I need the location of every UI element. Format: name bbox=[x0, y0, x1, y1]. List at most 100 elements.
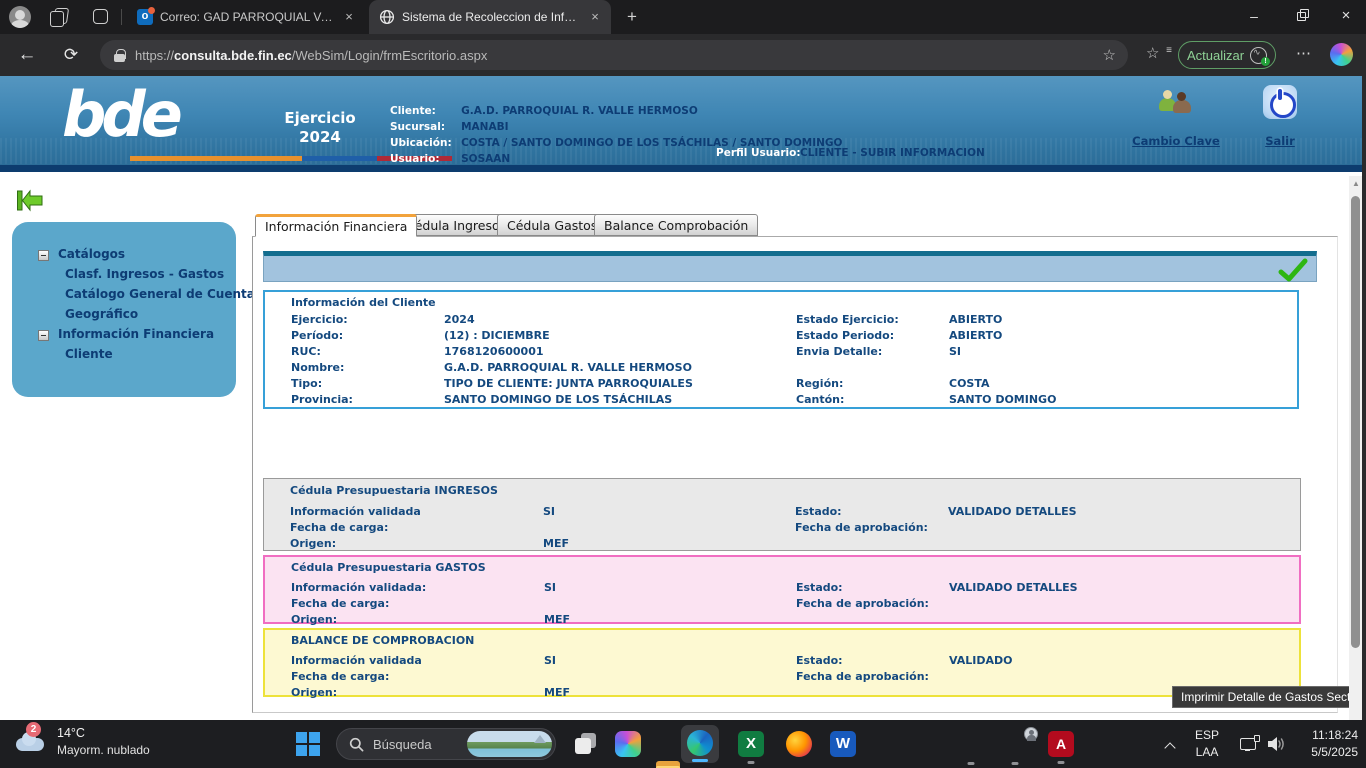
actualizar-button[interactable]: Actualizar bbox=[1178, 41, 1276, 69]
copilot-taskbar-icon[interactable] bbox=[615, 731, 641, 757]
task-view-icon[interactable] bbox=[573, 731, 599, 757]
tray-clock[interactable]: 11:18:24 5/5/2025 bbox=[1292, 727, 1358, 761]
excel-icon[interactable] bbox=[738, 731, 764, 757]
label: Estado: bbox=[795, 505, 842, 518]
value: 2024 bbox=[444, 313, 475, 326]
section-title: Cédula Presupuestaria INGRESOS bbox=[290, 484, 498, 497]
label: Provincia: bbox=[291, 393, 353, 406]
scrollbar-up-arrow-icon[interactable] bbox=[1352, 180, 1360, 188]
salir-link[interactable]: Salir bbox=[1244, 134, 1316, 148]
browser-tab-sistema[interactable]: Sistema de Recoleccion de Inform bbox=[369, 0, 611, 34]
value: SANTO DOMINGO bbox=[949, 393, 1056, 406]
sidebar-item-clasf-ingresos-gastos[interactable]: Clasf. Ingresos - Gastos bbox=[65, 267, 224, 281]
value: ABIERTO bbox=[949, 313, 1002, 326]
browser-profile-avatar[interactable] bbox=[9, 6, 31, 28]
refresh-button[interactable] bbox=[58, 42, 84, 68]
field-value: SOSAAN bbox=[461, 153, 510, 165]
label: Región: bbox=[796, 377, 843, 390]
acrobat-icon[interactable] bbox=[1048, 731, 1074, 757]
window-minimize-button[interactable] bbox=[1232, 0, 1276, 34]
titlebar-divider bbox=[121, 9, 122, 25]
label: Estado Ejercicio: bbox=[796, 313, 899, 326]
window-close-button[interactable] bbox=[1324, 0, 1366, 34]
start-button[interactable] bbox=[296, 732, 320, 756]
action-toolbar bbox=[263, 251, 1317, 282]
browser-tab-correo[interactable]: Correo: GAD PARROQUIAL VALLE bbox=[127, 0, 365, 34]
edge-active-slot[interactable] bbox=[681, 725, 719, 763]
sidebar-item-geografico[interactable]: Geográfico bbox=[65, 307, 138, 321]
word-icon[interactable] bbox=[830, 731, 856, 757]
section-cedula-ingresos: Cédula Presupuestaria INGRESOS Informaci… bbox=[263, 478, 1301, 551]
tab-actions-icon[interactable] bbox=[93, 9, 108, 24]
tab-close-icon[interactable] bbox=[587, 9, 603, 25]
address-bar[interactable]: https://consulta.bde.fin.ec/WebSim/Login… bbox=[100, 40, 1128, 70]
logout-power-icon[interactable] bbox=[1263, 85, 1297, 119]
label: Información validada bbox=[290, 505, 421, 518]
label: Información validada: bbox=[291, 581, 426, 594]
validated-check-icon[interactable] bbox=[1278, 257, 1308, 283]
running-indicator bbox=[748, 761, 755, 764]
taskbar-search-box[interactable]: Búsqueda bbox=[336, 728, 556, 760]
label: Estado: bbox=[796, 654, 843, 667]
new-tab-button[interactable] bbox=[622, 7, 642, 27]
main-panel: Información del Cliente Ejercicio: 2024 … bbox=[252, 236, 1338, 713]
tray-overflow-chevron-icon[interactable] bbox=[1166, 742, 1176, 752]
favorite-star-icon[interactable] bbox=[1103, 46, 1116, 64]
section-title: BALANCE DE COMPROBACION bbox=[291, 634, 474, 647]
window-restore-button[interactable] bbox=[1280, 0, 1324, 34]
client-info-box: Información del Cliente Ejercicio: 2024 … bbox=[263, 290, 1299, 409]
value: 1768120600001 bbox=[444, 345, 544, 358]
cambio-clave-link[interactable]: Cambio Clave bbox=[1120, 134, 1232, 148]
value: COSTA bbox=[949, 377, 990, 390]
tree-collapse-icon[interactable] bbox=[38, 330, 49, 341]
change-password-icon[interactable] bbox=[1158, 88, 1194, 116]
browser-titlebar: Correo: GAD PARROQUIAL VALLE Sistema de … bbox=[0, 0, 1366, 34]
browser-menu-icon[interactable] bbox=[1296, 44, 1312, 62]
file-explorer-icon[interactable] bbox=[655, 757, 681, 768]
back-button[interactable] bbox=[14, 42, 40, 68]
value: VALIDADO bbox=[949, 654, 1013, 667]
favorites-bar-icon[interactable] bbox=[1146, 44, 1168, 66]
section-cedula-gastos: Cédula Presupuestaria GASTOS Información… bbox=[263, 555, 1301, 624]
running-indicator bbox=[1058, 761, 1065, 764]
tab-title: Correo: GAD PARROQUIAL VALLE bbox=[160, 10, 334, 24]
page-scrollbar-thumb[interactable] bbox=[1351, 196, 1360, 648]
copilot-icon[interactable] bbox=[1330, 43, 1353, 66]
label: Estado: bbox=[796, 581, 843, 594]
running-indicator bbox=[1012, 762, 1019, 765]
taskbar: 2 14°C Mayorm. nublado Búsqueda 4 bbox=[0, 720, 1366, 768]
search-icon bbox=[349, 737, 364, 752]
edge-icon[interactable] bbox=[687, 730, 713, 756]
tray-language-indicator[interactable]: ESP LAA bbox=[1190, 727, 1224, 761]
workspaces-icon[interactable] bbox=[50, 8, 68, 26]
tab-cedula-gastos[interactable]: Cédula Gastos bbox=[497, 214, 607, 236]
firefox-icon[interactable] bbox=[786, 731, 812, 757]
value: SI bbox=[544, 581, 556, 594]
tree-collapse-icon[interactable] bbox=[38, 250, 49, 261]
network-icon[interactable] bbox=[1240, 735, 1260, 753]
sidebar-item-catalogo-general[interactable]: Catálogo General de Cuentas bbox=[65, 287, 262, 301]
bde-app-header: bde Ejercicio 2024 Cliente: G.A.D. PARRO… bbox=[0, 76, 1362, 172]
tab-balance-comprobacion[interactable]: Balance Comprobación bbox=[594, 214, 758, 236]
client-info-title: Información del Cliente bbox=[291, 296, 436, 309]
value: MEF bbox=[544, 686, 570, 699]
sidebar-item-cliente[interactable]: Cliente bbox=[65, 347, 113, 361]
label: Fecha de aprobación: bbox=[796, 597, 929, 610]
collapse-menu-arrow-icon[interactable] bbox=[16, 189, 43, 212]
field-label: Usuario: bbox=[390, 153, 456, 165]
tab-informacion-financiera[interactable]: Información Financiera bbox=[255, 214, 417, 237]
running-indicator bbox=[968, 762, 975, 765]
value: VALIDADO DETALLES bbox=[949, 581, 1078, 594]
bde-logo: bde bbox=[62, 78, 178, 151]
edge-running-indicator bbox=[692, 759, 708, 762]
weather-temperature[interactable]: 14°C bbox=[57, 726, 85, 740]
sidebar-item-catalogos[interactable]: Catálogos bbox=[58, 247, 125, 261]
weather-description[interactable]: Mayorm. nublado bbox=[57, 743, 150, 757]
sidebar-item-informacion-financiera[interactable]: Información Financiera bbox=[58, 327, 214, 341]
speaker-icon[interactable] bbox=[1266, 735, 1286, 753]
search-highlight-image[interactable] bbox=[467, 731, 552, 757]
tab-close-icon[interactable] bbox=[341, 9, 357, 25]
label: Cantón: bbox=[796, 393, 844, 406]
page-content: Catálogos Clasf. Ingresos - Gastos Catál… bbox=[0, 172, 1349, 720]
value: SI bbox=[544, 654, 556, 667]
